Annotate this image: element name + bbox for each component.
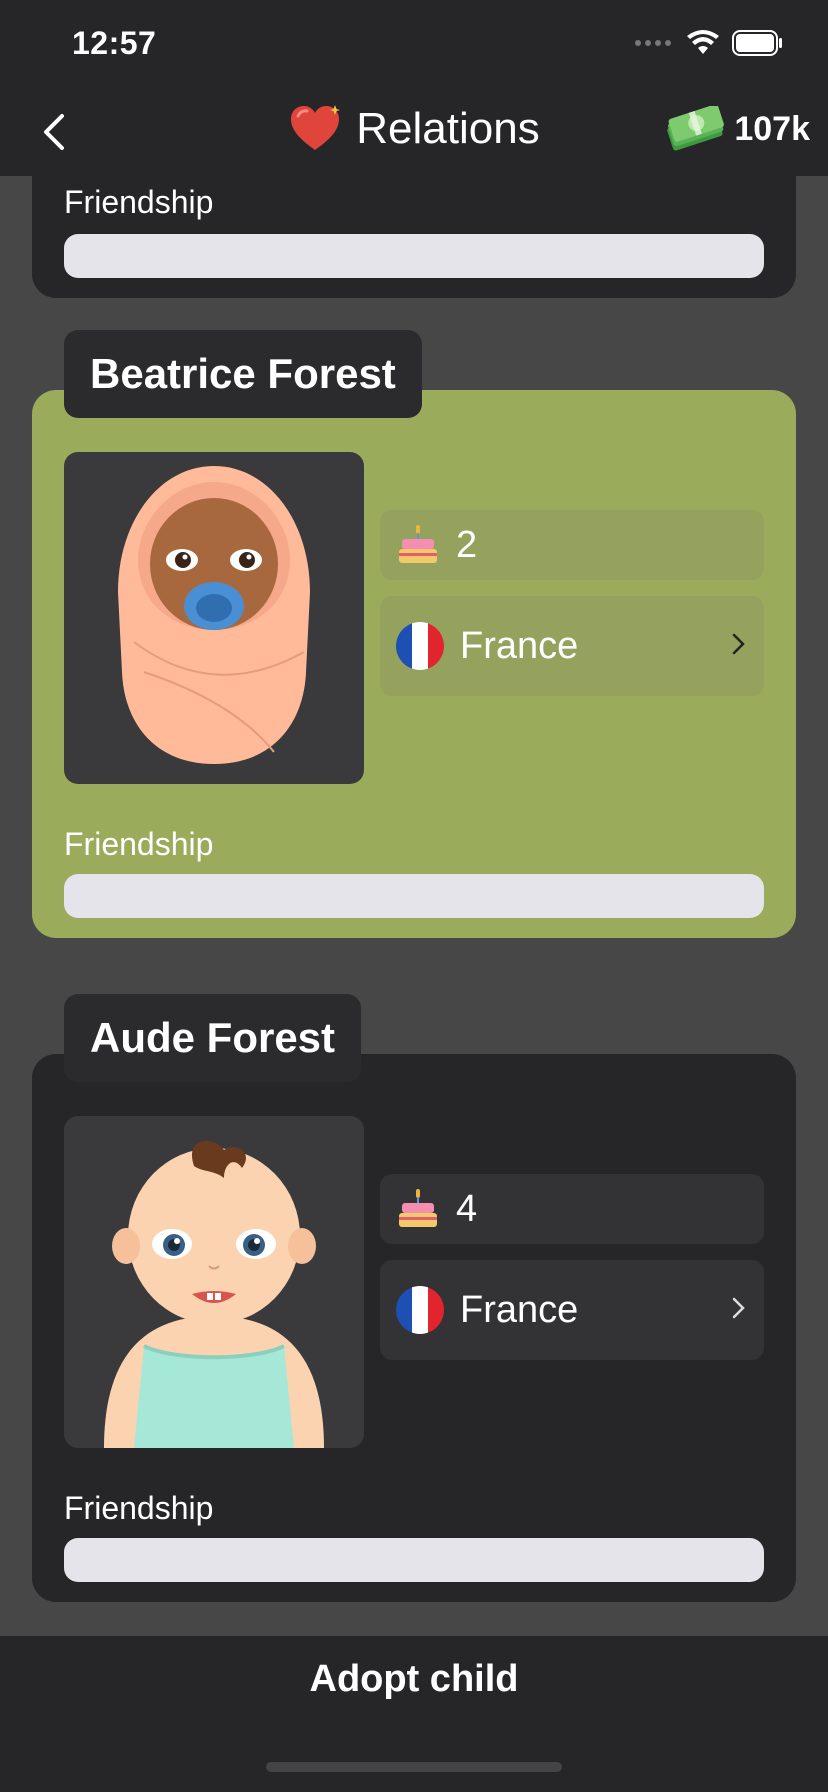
friendship-label: Friendship: [64, 826, 214, 862]
baby-swaddled-avatar: [118, 466, 310, 764]
footer-bar: Adopt child: [0, 1636, 828, 1792]
country-pill[interactable]: France: [380, 1260, 764, 1360]
relation-card-beatrice[interactable]: 2 France Friendship: [32, 390, 796, 938]
relation-card-aude[interactable]: 4 France Friendship: [32, 1054, 796, 1602]
birthday-cake-icon: [396, 525, 440, 565]
chevron-right-icon: [732, 629, 746, 663]
relations-list[interactable]: Friendship 2 France Friendship Beatrice …: [0, 176, 828, 1636]
age-value: 4: [456, 1187, 478, 1230]
friendship-label: Friendship: [64, 184, 214, 220]
france-flag-icon: [396, 1286, 444, 1334]
baby-avatar: [104, 1140, 324, 1448]
age-pill: 4: [380, 1174, 764, 1244]
signal-icon: [635, 40, 671, 46]
relation-card: Friendship: [32, 176, 796, 298]
money-balance: 107k: [664, 106, 810, 152]
wifi-icon: [687, 30, 719, 54]
france-flag-icon: [396, 622, 444, 670]
status-bar: 12:57: [0, 0, 828, 90]
money-stack-icon: [667, 106, 725, 151]
adopt-child-button[interactable]: Adopt child: [0, 1658, 828, 1701]
age-pill: 2: [380, 510, 764, 580]
status-time: 12:57: [72, 25, 157, 61]
friendship-bar: [64, 874, 764, 918]
country-value: France: [460, 624, 579, 667]
avatar: [64, 1116, 364, 1448]
chevron-right-icon: [732, 1293, 746, 1327]
money-amount: 107k: [734, 109, 810, 148]
status-icons: [634, 30, 784, 56]
friendship-bar: [64, 1538, 764, 1582]
battery-icon: [732, 30, 782, 56]
home-indicator[interactable]: [266, 1762, 562, 1772]
nav-bar: Relations 107k: [0, 90, 828, 176]
age-value: 2: [456, 523, 478, 566]
relation-name-aude: Aude Forest: [64, 994, 362, 1082]
avatar: [64, 452, 364, 784]
relation-name-beatrice: Beatrice Forest: [64, 330, 422, 418]
heart-icon: [291, 105, 341, 150]
birthday-cake-icon: [396, 1189, 440, 1229]
friendship-bar: [64, 234, 764, 278]
friendship-label: Friendship: [64, 1490, 214, 1526]
country-pill[interactable]: France: [380, 596, 764, 696]
page-title: Relations: [356, 104, 540, 153]
country-value: France: [460, 1288, 579, 1331]
